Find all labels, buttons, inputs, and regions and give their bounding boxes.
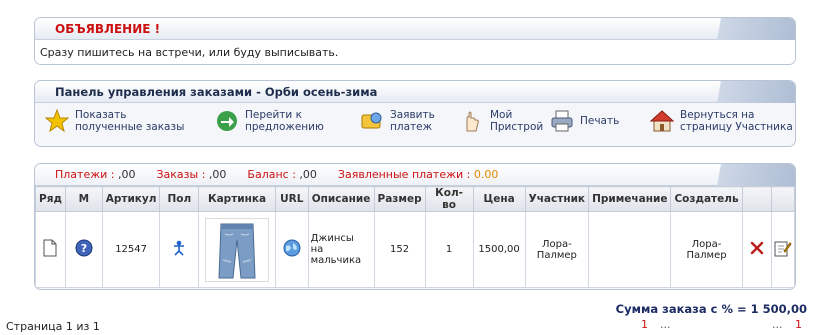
description-line2: на [310, 244, 324, 255]
document-icon[interactable] [43, 239, 57, 257]
arrow-icon [217, 111, 237, 131]
creator-line2: Палмер [686, 249, 727, 261]
link-label-line1: Показать [75, 109, 127, 121]
picture-cell [198, 211, 276, 288]
col-edit [771, 186, 795, 212]
link-label-line1: Печать [580, 115, 620, 127]
creator-cell: Лора- Палмер [670, 211, 743, 288]
col-m: М [64, 186, 103, 212]
announcement-text: Сразу пишитесь на встречи, или буду выпи… [35, 40, 795, 64]
link-label-line2: платеж [390, 121, 433, 133]
show-received-orders-link[interactable]: Показать полученные заказы [45, 109, 184, 133]
orders-value: ,00 [208, 168, 227, 181]
control-panel-header: Панель управления заказами - Орби осень-… [35, 81, 795, 103]
description-line1: Джинсы [310, 233, 354, 244]
participant-line1: Лора- [541, 238, 572, 250]
printer-icon [551, 110, 573, 132]
back-to-participant-link[interactable]: Вернуться на страницу Участника [650, 109, 793, 133]
link-label-line1: Заявить [390, 109, 435, 121]
col-creator: Создатель [670, 186, 743, 212]
orders-panel: Платежи : ,00 Заказы : ,00 Баланс : ,00 … [34, 163, 796, 290]
col-participant: Участник [524, 186, 590, 212]
declared-payments-value: 0.00 [473, 168, 499, 181]
announcement-header: ОБЪЯВЛЕНИЕ ! [35, 18, 795, 40]
size-cell: 152 [373, 211, 426, 288]
header-decoration [677, 18, 795, 40]
delete-icon[interactable] [750, 241, 764, 255]
url-cell [274, 211, 309, 288]
pager-ellipsis: ... [660, 318, 671, 331]
announcement-title: ОБЪЯВЛЕНИЕ ! [55, 22, 161, 36]
male-icon [174, 240, 185, 256]
header-decoration [677, 81, 795, 103]
edit-cell [771, 211, 795, 288]
gender-cell [159, 211, 200, 288]
link-label-line2: страницу Участника [680, 121, 793, 133]
col-url: URL [274, 186, 309, 212]
table-row: ? 12547 Джинсы на мальчика 152 1 1500,00… [35, 211, 795, 288]
control-panel-body: Показать полученные заказы Перейти к предл… [35, 103, 795, 143]
link-label-line1: Мой [490, 109, 513, 121]
link-label-line1: Вернуться на [680, 109, 755, 121]
col-qty: Кол-во [424, 186, 474, 212]
row-doc-cell [35, 211, 66, 288]
jeans-image [218, 223, 256, 278]
go-to-offer-link[interactable]: Перейти к предложению [215, 109, 324, 133]
header-decoration [677, 164, 795, 186]
svg-text:?: ? [81, 242, 87, 255]
col-gender: Пол [159, 186, 200, 212]
edit-icon[interactable] [774, 239, 792, 257]
announcement-panel: ОБЪЯВЛЕНИЕ ! Сразу пишитесь на встречи, … [34, 17, 796, 65]
participant-cell: Лора- Палмер [524, 211, 590, 288]
orders-label: Заказы : [156, 168, 206, 181]
col-description: Описание [307, 186, 375, 212]
star-icon [45, 109, 69, 133]
pager-ellipsis: ... [772, 318, 783, 331]
description-cell: Джинсы на мальчика [307, 211, 375, 288]
row-help-cell: ? [64, 211, 103, 288]
col-price: Цена [472, 186, 526, 212]
declared-payments-label: Заявленные платежи : [337, 168, 471, 181]
description-line3: мальчика [310, 255, 362, 266]
home-icon [650, 110, 674, 132]
print-link[interactable]: Печать [550, 109, 619, 133]
participant-line2: Палмер [536, 249, 577, 261]
link-label-line2: Пристрой [490, 121, 544, 133]
article-cell: 12547 [101, 211, 161, 288]
price-cell: 1500,00 [472, 211, 526, 288]
qty-cell: 1 [424, 211, 474, 288]
declare-payment-link[interactable]: Заявить платеж [360, 109, 435, 133]
control-panel-title: Панель управления заказами - Орби осень-… [55, 85, 378, 99]
help-icon[interactable]: ? [75, 239, 93, 257]
link-label-line2: предложению [245, 121, 324, 133]
stats-bar: Платежи : ,00 Заказы : ,00 Баланс : ,00 … [35, 164, 795, 186]
note-cell [588, 211, 672, 288]
payment-icon [361, 112, 382, 129]
pager-last-link[interactable]: 1 [795, 318, 802, 331]
page-indicator: Страница 1 из 1 [6, 320, 100, 333]
my-pristroy-link[interactable]: Мой Пристрой [460, 109, 543, 133]
col-delete [741, 186, 773, 212]
globe-icon[interactable] [283, 239, 301, 257]
hand-icon [466, 111, 479, 132]
col-size: Размер [373, 186, 426, 212]
balance-value: ,00 [299, 168, 317, 181]
balance-label: Баланс : [247, 168, 296, 181]
product-image[interactable] [205, 217, 270, 282]
orders-table: Ряд М Артикул Пол Картинка URL Описание … [35, 186, 795, 288]
delete-cell [741, 211, 773, 288]
control-panel: Панель управления заказами - Орби осень-… [34, 80, 796, 147]
table-header-row: Ряд М Артикул Пол Картинка URL Описание … [35, 186, 795, 212]
link-label-line1: Перейти к [245, 109, 302, 121]
creator-line1: Лора- [691, 238, 722, 250]
payments-value: ,00 [117, 168, 136, 181]
payments-label: Платежи : [55, 168, 115, 181]
link-label-line2: полученные заказы [75, 121, 185, 133]
col-article: Артикул [101, 186, 161, 212]
order-total: Сумма заказа с % = 1 500,00 [615, 302, 807, 316]
col-picture: Картинка [198, 186, 276, 212]
pager-first-link[interactable]: 1 [641, 318, 648, 331]
col-row: Ряд [35, 186, 66, 212]
col-note: Примечание [588, 186, 672, 212]
